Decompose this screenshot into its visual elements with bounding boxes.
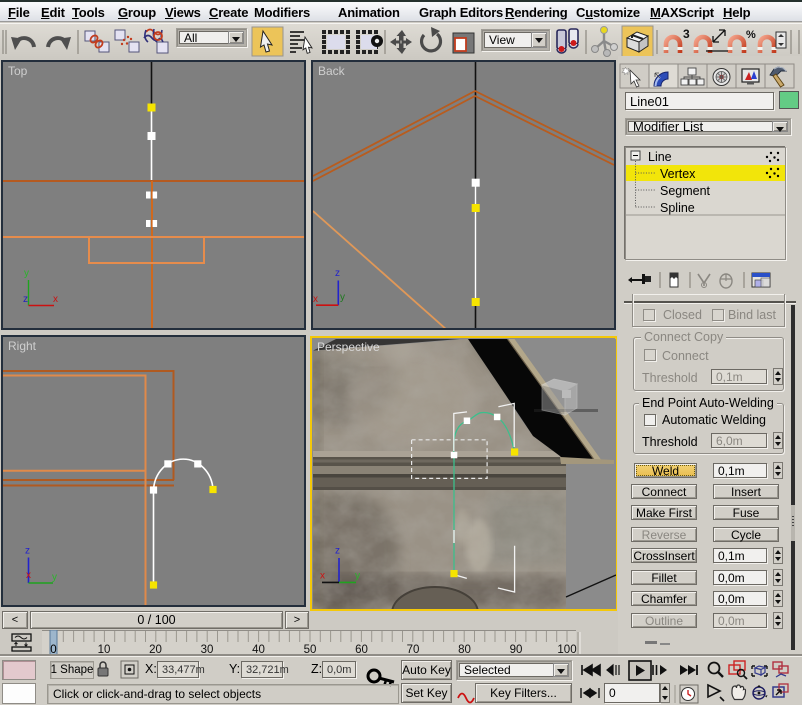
svg-text:80: 80 bbox=[458, 644, 471, 656]
svg-text:z: z bbox=[335, 268, 340, 279]
svg-text:y: y bbox=[24, 268, 29, 279]
svg-text:3: 3 bbox=[683, 27, 690, 41]
svg-text:Segment: Segment bbox=[660, 184, 711, 198]
svg-text:z: z bbox=[23, 294, 28, 305]
svg-text:20: 20 bbox=[149, 644, 162, 656]
svg-text:y: y bbox=[355, 571, 360, 582]
svg-text:0: 0 bbox=[50, 644, 56, 656]
svg-text:Perspective: Perspective bbox=[317, 340, 380, 354]
svg-text:Vertex: Vertex bbox=[660, 167, 696, 181]
svg-text:Right: Right bbox=[8, 339, 37, 353]
svg-text:y: y bbox=[340, 292, 345, 303]
svg-text:Spline: Spline bbox=[660, 201, 695, 215]
svg-text:x: x bbox=[26, 570, 31, 581]
svg-text:10: 10 bbox=[98, 644, 111, 656]
svg-text:30: 30 bbox=[201, 644, 214, 656]
svg-text:60: 60 bbox=[355, 644, 368, 656]
svg-text:y: y bbox=[52, 572, 57, 583]
svg-text:50: 50 bbox=[304, 644, 317, 656]
svg-text:100: 100 bbox=[557, 644, 576, 656]
svg-text:x: x bbox=[320, 571, 325, 582]
svg-text:40: 40 bbox=[252, 644, 265, 656]
svg-text:x: x bbox=[313, 294, 318, 305]
svg-text:70: 70 bbox=[407, 644, 420, 656]
svg-text:90: 90 bbox=[510, 644, 523, 656]
svg-text:Top: Top bbox=[8, 64, 28, 78]
svg-text:z: z bbox=[25, 546, 30, 557]
svg-text:x: x bbox=[53, 294, 58, 305]
svg-text:z: z bbox=[335, 546, 340, 557]
svg-text:Line: Line bbox=[648, 150, 672, 164]
svg-text:%: % bbox=[746, 29, 756, 41]
svg-text:Back: Back bbox=[318, 64, 346, 78]
